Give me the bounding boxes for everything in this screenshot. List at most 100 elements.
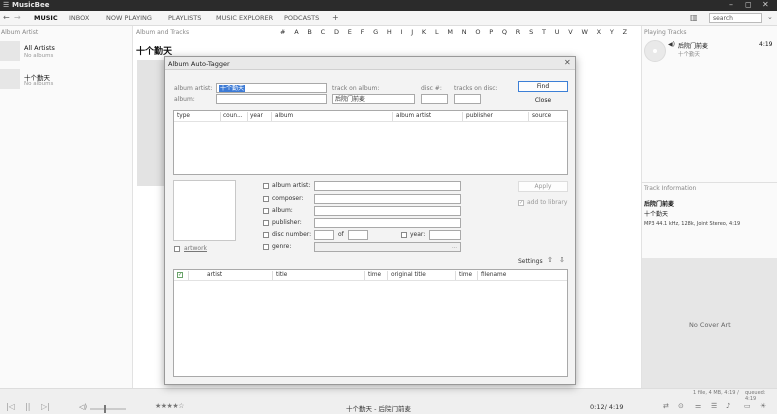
artwork-checkbox[interactable] <box>174 246 180 252</box>
track-on-album-field[interactable]: 后院门前麦 <box>332 94 415 104</box>
col-original-title[interactable]: original title <box>391 272 426 278</box>
tracks-header-row: ✓ artist title time original title time … <box>174 270 567 281</box>
composer-tag-field[interactable] <box>314 194 461 204</box>
col-type[interactable]: type <box>177 113 190 119</box>
pause-button[interactable]: || <box>25 402 30 411</box>
search-input[interactable] <box>709 13 762 23</box>
player-bar: 1 file, 4 MB, 4:19 / queued: 4:19 |◁ || … <box>0 388 777 414</box>
add-to-library-checkbox[interactable]: ✓ <box>518 200 524 206</box>
genre-tag-field[interactable]: … <box>314 242 461 252</box>
track-matching-grid[interactable]: ✓ artist title time original title time … <box>173 269 568 377</box>
tab-now-playing[interactable]: NOW PLAYING <box>106 14 152 22</box>
app-menu-icon[interactable]: ☰ <box>3 1 9 9</box>
layout-icon[interactable]: ▥ <box>690 13 698 22</box>
album-cover-placeholder[interactable] <box>137 60 165 186</box>
album-label: album: <box>174 96 195 103</box>
artist-item-all[interactable]: All Artists No albums <box>0 39 133 65</box>
disc-number-tag-checkbox[interactable] <box>263 232 269 238</box>
publisher-tag-field[interactable] <box>314 218 461 228</box>
queue-time: queued: 4:19 <box>745 390 766 402</box>
tab-playlists[interactable]: PLAYLISTS <box>168 14 201 22</box>
move-down-icon[interactable]: ⇩ <box>559 256 565 264</box>
close-button[interactable]: Close <box>518 95 568 106</box>
scrobble-icon[interactable]: ⊙ <box>678 402 684 410</box>
move-up-icon[interactable]: ⇧ <box>547 256 553 264</box>
back-arrow-icon[interactable]: ← <box>3 13 10 22</box>
next-track-button[interactable]: ▷| <box>41 402 50 411</box>
col-year[interactable]: year <box>250 113 263 119</box>
year-tag-field[interactable] <box>429 230 461 240</box>
rating-stars[interactable]: ★★★★☆ <box>155 402 184 410</box>
close-window-button[interactable]: ✕ <box>762 0 769 9</box>
theme-icon[interactable]: ☀ <box>760 402 766 410</box>
publisher-tag-checkbox[interactable] <box>263 220 269 226</box>
col-publisher[interactable]: publisher <box>466 113 493 119</box>
select-all-tracks-checkbox[interactable]: ✓ <box>177 272 183 278</box>
title-bar: ☰ MusicBee ⌄ – ◻ ✕ <box>0 0 777 11</box>
artwork-preview[interactable] <box>173 180 236 241</box>
genre-tag-checkbox[interactable] <box>263 244 269 250</box>
col-album-artist[interactable]: album artist <box>396 113 431 119</box>
year-tag-checkbox[interactable] <box>401 232 407 238</box>
dialog-close-icon[interactable]: ✕ <box>564 58 571 67</box>
album-artist-tag-label: album artist: <box>272 182 311 189</box>
tab-bar: ← → MUSIC INBOX NOW PLAYING PLAYLISTS MU… <box>0 11 777 26</box>
album-auto-tagger-dialog: Album Auto-Tagger ✕ album artist: 十个勤天 a… <box>164 56 576 385</box>
col-original-time[interactable]: time <box>459 272 472 278</box>
album-tag-checkbox[interactable] <box>263 208 269 214</box>
add-tab-button[interactable]: + <box>332 13 339 22</box>
artist-item-shigeqintian[interactable]: 十个勤天 No albums <box>0 67 133 93</box>
track-info-artist: 十个勤天 <box>644 211 669 218</box>
playing-track-artist: 十个勤天 <box>678 52 701 58</box>
no-cover-art-label: No Cover Art <box>689 321 731 329</box>
tracks-on-disc-field[interactable] <box>454 94 481 104</box>
album-artist-field[interactable]: 十个勤天 <box>216 83 327 93</box>
album-tag-field[interactable] <box>314 206 461 216</box>
album-results-grid[interactable]: type coun... year album album artist pub… <box>173 110 568 175</box>
mini-player-icon[interactable]: ▭ <box>744 402 751 410</box>
disc-number-tag-field[interactable] <box>314 230 334 240</box>
col-album[interactable]: album <box>275 113 293 119</box>
divider <box>642 182 777 183</box>
album-artist-tag-field[interactable] <box>314 181 461 191</box>
settings-link[interactable]: Settings <box>518 258 543 265</box>
col-time[interactable]: time <box>368 272 381 278</box>
artist-album-count: No albums <box>24 53 54 59</box>
col-source[interactable]: source <box>532 113 551 119</box>
alphabet-jump-bar[interactable]: # A B C D E F G H I J K L M N O P Q R S … <box>280 28 630 36</box>
disc-total-tag-field[interactable] <box>348 230 368 240</box>
col-artist[interactable]: artist <box>207 272 222 278</box>
volume-icon[interactable]: ◁) <box>79 403 87 411</box>
playback-position[interactable]: 0:12/ 4:19 <box>590 403 623 411</box>
tab-music[interactable]: MUSIC <box>34 14 58 22</box>
artist-thumbnail <box>0 41 20 61</box>
search-dropdown-icon[interactable]: ⌄ <box>767 13 773 21</box>
track-info-details: MP3 44.1 kHz, 128k, Joint Stereo, 4:19 <box>644 221 741 227</box>
composer-tag-checkbox[interactable] <box>263 196 269 202</box>
find-button[interactable]: Find <box>518 81 568 92</box>
col-title[interactable]: title <box>276 272 287 278</box>
tab-podcasts[interactable]: PODCASTS <box>284 14 319 22</box>
equalizer-icon[interactable]: ⚌ <box>695 402 701 410</box>
app-menu-chevron-icon[interactable]: ⌄ <box>44 0 50 8</box>
apply-button[interactable]: Apply <box>518 181 568 192</box>
volume-slider[interactable] <box>90 405 126 413</box>
disc-number-field[interactable] <box>421 94 448 104</box>
menu-icon[interactable]: ☰ <box>711 402 717 410</box>
maximize-button[interactable]: ◻ <box>745 0 752 9</box>
album-artist-tag-checkbox[interactable] <box>263 183 269 189</box>
artwork-label[interactable]: artwork <box>184 245 207 252</box>
tab-music-explorer[interactable]: MUSIC EXPLORER <box>216 14 273 22</box>
lyrics-icon[interactable]: ♪ <box>726 402 730 410</box>
forward-arrow-icon[interactable]: → <box>14 13 21 22</box>
col-filename[interactable]: filename <box>481 272 506 278</box>
volume-slider-thumb[interactable] <box>104 405 106 413</box>
previous-track-button[interactable]: |◁ <box>6 402 15 411</box>
tab-inbox[interactable]: INBOX <box>69 14 89 22</box>
genre-picker-icon[interactable]: … <box>452 243 457 251</box>
playing-track-title[interactable]: 后院门前麦 <box>678 41 708 50</box>
minimize-button[interactable]: – <box>729 0 733 9</box>
repeat-icon[interactable]: ⇄ <box>663 402 669 410</box>
album-field[interactable] <box>216 94 327 104</box>
col-count[interactable]: coun... <box>223 113 243 119</box>
